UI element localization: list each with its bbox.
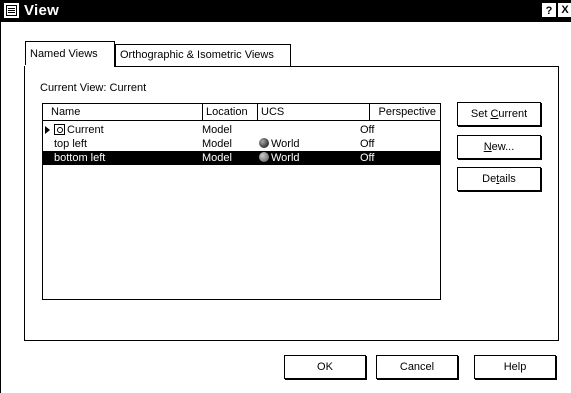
title-bar[interactable]: View ? X	[1, 0, 571, 22]
list-row-bottom-left[interactable]: bottom left Model World Off	[43, 151, 440, 165]
list-row-top-left[interactable]: top left Model World Off	[43, 137, 440, 151]
view-dialog: View ? X Named Views Orthographic & Isom…	[0, 0, 571, 393]
current-arrow-icon	[45, 126, 50, 134]
help-icon[interactable]: ?	[542, 3, 556, 17]
set-current-label-post: urrent	[498, 108, 528, 120]
current-view-label: Current View:	[40, 82, 107, 94]
new-label-key: N	[483, 141, 492, 153]
row-perspective: Off	[360, 138, 375, 150]
dialog-title: View	[24, 2, 60, 19]
ok-button[interactable]: OK	[284, 355, 366, 379]
current-view-line: Current View: Current	[40, 82, 146, 94]
globe-icon	[259, 138, 269, 148]
row-perspective: Off	[360, 124, 375, 136]
new-button[interactable]: New...	[457, 135, 541, 159]
close-icon[interactable]: X	[558, 3, 571, 17]
set-current-button[interactable]: Set Current	[457, 102, 541, 126]
row-location: Model	[202, 152, 232, 164]
set-current-label-pre: Set	[470, 108, 491, 120]
tab-label: Orthographic & Isometric Views	[120, 49, 274, 61]
details-button[interactable]: Details	[457, 167, 541, 191]
row-name: top left	[54, 138, 88, 150]
tab-label: Named Views	[30, 48, 98, 60]
tab-named-views[interactable]: Named Views	[25, 41, 115, 67]
row-name: bottom left	[54, 152, 106, 164]
new-label-post: ew...	[491, 141, 515, 153]
row-ucs: World	[271, 138, 300, 150]
column-header-name[interactable]: Name	[43, 104, 203, 120]
list-header: Name Location UCS Perspective	[43, 104, 440, 121]
details-label-pre: De	[482, 173, 497, 185]
row-perspective: Off	[360, 152, 375, 164]
row-location: Model	[202, 124, 232, 136]
row-ucs: World	[271, 152, 300, 164]
row-name: Current	[67, 124, 104, 136]
tab-orthographic-isometric[interactable]: Orthographic & Isometric Views	[115, 44, 291, 66]
camera-icon	[54, 124, 65, 135]
column-header-perspective[interactable]: Perspective	[370, 104, 440, 120]
column-header-ucs[interactable]: UCS	[258, 104, 370, 120]
list-row-current[interactable]: Current Model Off	[43, 123, 440, 137]
cancel-button[interactable]: Cancel	[376, 355, 458, 379]
help-button[interactable]: Help	[474, 355, 556, 379]
details-label-post: ails	[499, 173, 516, 185]
column-header-location[interactable]: Location	[203, 104, 258, 120]
globe-icon	[259, 152, 269, 162]
current-view-value: Current	[109, 82, 147, 94]
app-icon	[4, 3, 19, 18]
named-views-list[interactable]: Name Location UCS Perspective Current Mo…	[42, 103, 441, 300]
row-location: Model	[202, 138, 232, 150]
